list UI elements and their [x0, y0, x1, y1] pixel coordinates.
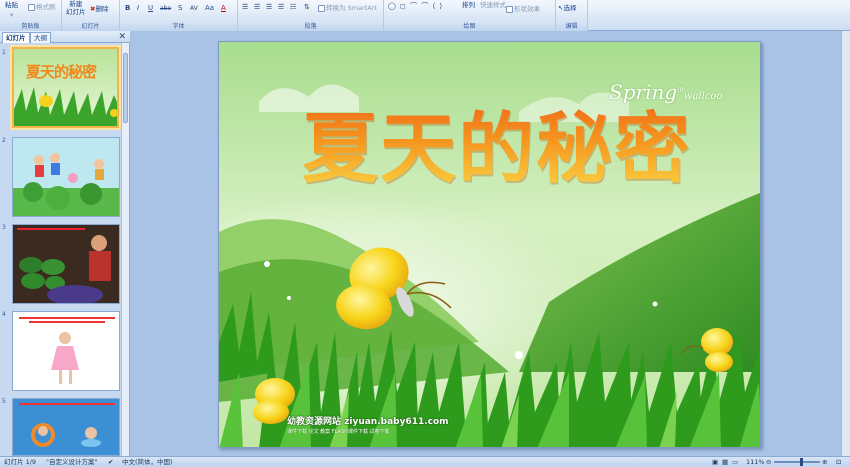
thumbnail-number: 4	[2, 311, 6, 318]
editing-group: ↖选择 编辑	[556, 0, 588, 31]
shapes-gallery-icon[interactable]: ◯ ◻ ⌒ ⌒ ⟨ ⟩	[388, 2, 443, 11]
convert-smartart-button[interactable]: 转换为 SmartArt	[318, 4, 377, 12]
slides-group-label: 幻灯片	[62, 22, 119, 31]
strikethrough-button[interactable]: abe	[160, 4, 171, 13]
new-slide-label-2: 幻灯片	[66, 8, 86, 16]
thumbnail-number: 5	[2, 398, 6, 405]
paste-dropdown[interactable]: ▾	[10, 11, 13, 19]
thumbnail-number: 3	[2, 224, 6, 231]
paste-button[interactable]: 粘贴	[5, 1, 18, 9]
clipboard-group-label: 剪贴板	[0, 22, 61, 31]
watermark-site: 幼教资源网站 ziyuan.baby611.com 课件下载 论文 教案 FLA…	[287, 417, 449, 435]
underline-button[interactable]: U	[148, 4, 153, 13]
panel-close-icon[interactable]: ✕	[118, 31, 126, 43]
align-right-icon[interactable]: ☰	[266, 3, 272, 12]
bold-button[interactable]: B	[125, 4, 130, 13]
font-color-button[interactable]: A	[221, 4, 226, 13]
char-spacing-button[interactable]: AV	[190, 4, 198, 13]
slide-thumbnail-3[interactable]	[12, 224, 120, 304]
slide-thumbnail-1[interactable]: 夏天的秘密	[12, 47, 119, 128]
text-direction-icon[interactable]: ⇅	[304, 3, 310, 12]
thumbnail-number: 1	[2, 49, 6, 56]
slide-title[interactable]: 夏天的秘密	[297, 104, 697, 194]
slide-canvas[interactable]: Springinwallcoo 夏天的秘密 幼教资源网站 ziyuan.baby…	[218, 41, 761, 448]
tab-slides[interactable]: 幻灯片	[2, 32, 30, 43]
zoom-out-icon[interactable]: ⊖	[766, 457, 771, 467]
columns-icon[interactable]: ☷	[290, 3, 296, 12]
thumbnail-5-art	[13, 399, 119, 455]
paragraph-group: ☰ ☰ ☰ ☰ ☷ ⇅ 转换为 SmartArt 段落	[238, 0, 384, 31]
slide-editor: Springinwallcoo 夏天的秘密 幼教资源网站 ziyuan.baby…	[131, 31, 850, 456]
thumbnail-4-art	[13, 312, 119, 390]
slide-count-status: 幻灯片 1/9	[4, 458, 37, 466]
zoom-level[interactable]: 111%	[746, 457, 765, 467]
editor-scrollbar[interactable]	[841, 31, 850, 456]
zoom-slider-thumb[interactable]	[800, 458, 803, 466]
shadow-button[interactable]: S	[178, 4, 182, 13]
panel-scroll-thumb[interactable]	[123, 53, 128, 123]
smartart-icon	[318, 4, 325, 12]
clipboard-group: 粘贴 ▾ 格式刷 剪贴板	[0, 0, 62, 31]
slide-thumbnail-2[interactable]	[12, 137, 120, 217]
paste-label: 粘贴	[5, 1, 18, 9]
new-slide-button[interactable]: 新建 幻灯片	[66, 0, 86, 16]
italic-button[interactable]: I	[137, 4, 139, 13]
slide-thumbnail-5[interactable]	[12, 398, 120, 456]
editing-group-label: 编辑	[556, 22, 587, 31]
change-case-button[interactable]: Aa	[205, 4, 214, 13]
thumbnail-number: 2	[2, 137, 6, 144]
panel-tabs: 幻灯片 大纲 ✕	[0, 31, 130, 43]
new-slide-label-1: 新建	[69, 0, 83, 8]
panel-scrollbar[interactable]	[121, 43, 129, 456]
paragraph-group-label: 段落	[238, 22, 383, 31]
slideshow-view-icon[interactable]: ▭	[732, 457, 738, 467]
font-group: B I U abe S AV Aa A 字体	[120, 0, 238, 31]
thumbnail-1-title: 夏天的秘密	[26, 63, 97, 81]
shape-effects-icon	[506, 5, 513, 13]
format-painter-icon	[28, 3, 35, 11]
drawing-group-label: 绘图	[384, 22, 555, 31]
font-group-label: 字体	[120, 22, 237, 31]
spellcheck-icon[interactable]: ✔	[108, 457, 113, 467]
format-painter-button[interactable]: 格式刷	[28, 3, 56, 11]
thumbnail-3-art	[13, 225, 119, 303]
spring-decoration-text: Springinwallcoo	[609, 80, 723, 104]
zoom-slider[interactable]	[774, 461, 820, 463]
thumbnail-3-caption	[17, 228, 85, 230]
tab-outline[interactable]: 大纲	[30, 32, 51, 43]
language-status[interactable]: 中文(简体，中国)	[122, 457, 173, 467]
slides-panel: 幻灯片 大纲 ✕ 1 夏天的秘密 2 3 4 5	[0, 31, 130, 456]
zoom-in-icon[interactable]: ⊕	[822, 457, 827, 467]
ribbon: 粘贴 ▾ 格式刷 剪贴板 新建 幻灯片 ✖删除 幻灯片 B I U abe S …	[0, 0, 850, 31]
justify-icon[interactable]: ☰	[278, 3, 284, 12]
align-center-icon[interactable]: ☰	[254, 3, 260, 12]
drawing-group: ◯ ◻ ⌒ ⌒ ⟨ ⟩ 排列 快速样式 形状效果 绘图	[384, 0, 556, 31]
sorter-view-icon[interactable]: ▦	[722, 457, 728, 467]
slide-thumbnail-4[interactable]	[12, 311, 120, 391]
status-bar: 幻灯片 1/9 "自定义设计方案" ✔ 中文(简体，中国) ▣ ▦ ▭ 111%…	[0, 456, 850, 467]
slides-group: 新建 幻灯片 ✖删除 幻灯片	[62, 0, 120, 31]
quick-styles-button[interactable]: 快速样式	[480, 1, 506, 9]
select-button[interactable]: ↖选择	[558, 4, 576, 12]
theme-status[interactable]: "自定义设计方案"	[46, 457, 97, 467]
shape-effects-button[interactable]: 形状效果	[506, 5, 540, 13]
fit-window-icon[interactable]: ⊡	[836, 457, 841, 467]
arrange-button[interactable]: 排列	[462, 1, 475, 9]
thumbnail-2-art	[13, 138, 119, 216]
normal-view-icon[interactable]: ▣	[712, 457, 718, 467]
align-left-icon[interactable]: ☰	[242, 3, 248, 12]
delete-slide-button[interactable]: ✖删除	[90, 5, 108, 13]
